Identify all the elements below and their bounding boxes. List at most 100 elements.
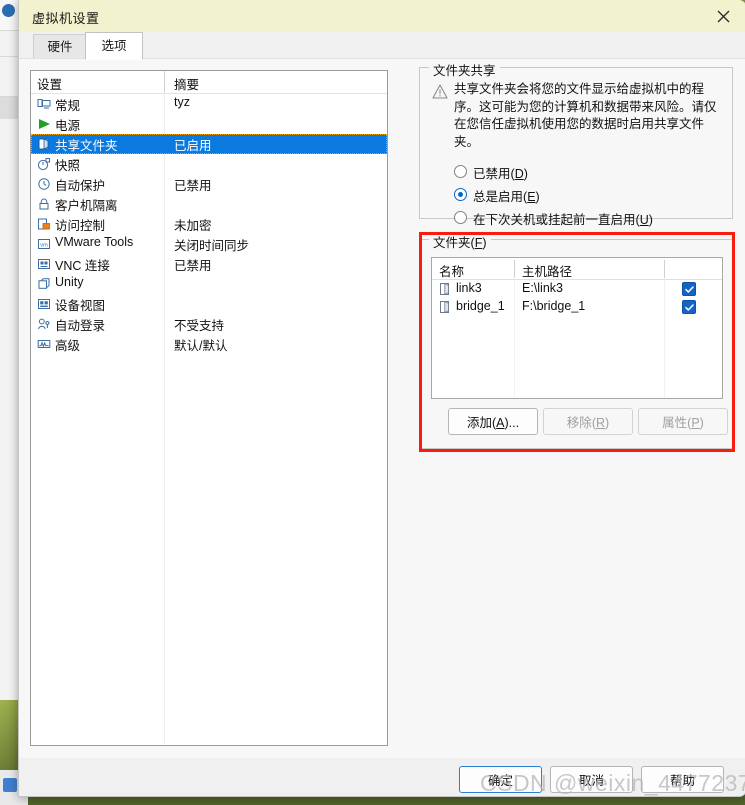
radio-indicator-selected <box>454 188 467 201</box>
power-play-icon <box>37 117 51 131</box>
settings-row-label: VMware Tools <box>55 235 134 249</box>
folder-enabled-checkbox[interactable] <box>682 300 696 314</box>
settings-row-access-control[interactable]: 访问控制 未加密 <box>31 214 387 234</box>
folder-name: bridge_1 <box>456 299 505 313</box>
folder-sharing-group: 文件夹共享 共享文件夹会将您的文件显示给虚拟机中的程序。这可能为您的计算机和数据… <box>419 60 733 227</box>
settings-row-general[interactable]: 常规 tyz <box>31 94 387 114</box>
folders-group: 文件夹(F) 名称 主机路径 link3 E:\link3 bridge_1 F… <box>419 232 735 449</box>
settings-row-label: 常规 <box>55 99 81 113</box>
settings-row-label: 自动保护 <box>55 179 106 193</box>
settings-row-summary: 已禁用 <box>174 259 212 273</box>
folders-legend: 文件夹(F) <box>429 232 491 251</box>
column-header-name: 名称 <box>439 265 465 279</box>
lock-icon <box>37 197 51 211</box>
tab-options[interactable]: 选项 <box>85 32 143 60</box>
warning-triangle-icon <box>432 84 448 99</box>
settings-row-device-view[interactable]: 设备视图 <box>31 294 387 314</box>
settings-row-label: 客户机隔离 <box>55 199 118 213</box>
vm-settings-dialog: 虚拟机设置 硬件 选项 设置 摘要 常规 tyz 电源 共享文件夹 已启用 快照… <box>18 0 745 797</box>
folder-sharing-legend: 文件夹共享 <box>429 60 500 79</box>
background-app-icon <box>2 4 15 17</box>
column-header-host-path: 主机路径 <box>522 265 573 279</box>
column-header-settings: 设置 <box>37 78 63 92</box>
folder-icon <box>439 282 452 296</box>
settings-row-summary: 默认/默认 <box>174 339 228 353</box>
settings-row-summary: 已禁用 <box>174 179 212 193</box>
settings-row-vmware-tools[interactable]: vm VMware Tools 关闭时间同步 <box>31 234 387 254</box>
folder-name: link3 <box>456 281 482 295</box>
device-view-icon <box>37 297 51 311</box>
vnc-icon <box>37 257 51 271</box>
dialog-footer: 确定 取消 帮助 <box>19 758 745 796</box>
settings-list[interactable]: 设置 摘要 常规 tyz 电源 共享文件夹 已启用 快照 自动保护 已禁用 客户… <box>30 70 388 746</box>
add-folder-button[interactable]: 添加(A)... <box>448 408 538 435</box>
header-divider-1 <box>514 260 515 278</box>
remove-folder-label: 移除(R) <box>566 416 610 430</box>
settings-row-summary: 不受支持 <box>174 319 225 333</box>
ok-button[interactable]: 确定 <box>459 766 542 793</box>
settings-row-snapshot[interactable]: 快照 <box>31 154 387 174</box>
settings-row-power[interactable]: 电源 <box>31 114 387 134</box>
settings-row-summary: 关闭时间同步 <box>174 239 250 253</box>
settings-row-shared-folders[interactable]: 共享文件夹 已启用 <box>31 134 387 154</box>
folder-properties-button[interactable]: 属性(P) <box>638 408 728 435</box>
monitor-icon <box>37 97 51 111</box>
auto-login-icon <box>37 317 51 331</box>
settings-row-summary: 已启用 <box>174 139 212 153</box>
settings-row-autoprotect[interactable]: 自动保护 已禁用 <box>31 174 387 194</box>
vmware-tools-icon: vm <box>37 237 51 251</box>
snapshot-clock-icon <box>37 157 51 171</box>
add-folder-label: 添加(A)... <box>466 416 520 430</box>
settings-row-label: 快照 <box>55 159 81 173</box>
folder-host-path: F:\bridge_1 <box>522 299 586 313</box>
help-button[interactable]: 帮助 <box>641 766 724 793</box>
remove-folder-button[interactable]: 移除(R) <box>543 408 633 435</box>
folders-table-header: 名称 主机路径 <box>432 258 722 280</box>
settings-row-auto-login[interactable]: 自动登录 不受支持 <box>31 314 387 334</box>
settings-row-label: 电源 <box>55 119 81 133</box>
settings-row-summary: 未加密 <box>174 219 212 233</box>
settings-row-advanced[interactable]: 高级 默认/默认 <box>31 334 387 354</box>
background-taskbar-icon <box>3 778 17 792</box>
column-header-summary: 摘要 <box>174 78 200 92</box>
dialog-titlebar: 虚拟机设置 <box>19 0 745 32</box>
dialog-body: 设置 摘要 常规 tyz 电源 共享文件夹 已启用 快照 自动保护 已禁用 客户… <box>19 58 745 759</box>
folder-enabled-checkbox[interactable] <box>682 282 696 296</box>
table-row[interactable]: link3 E:\link3 <box>432 280 722 298</box>
settings-row-label: 设备视图 <box>55 299 106 313</box>
settings-row-guest-isolation[interactable]: 客户机隔离 <box>31 194 387 214</box>
folder-icon <box>439 300 452 314</box>
cancel-button[interactable]: 取消 <box>550 766 633 793</box>
folder-properties-label: 属性(P) <box>662 416 704 430</box>
access-control-icon <box>37 217 51 231</box>
radio-indicator <box>454 211 467 224</box>
shared-folder-icon <box>37 137 51 151</box>
options-panel: 文件夹共享 共享文件夹会将您的文件显示给虚拟机中的程序。这可能为您的计算机和数据… <box>419 60 735 452</box>
table-row[interactable]: bridge_1 F:\bridge_1 <box>432 298 722 316</box>
settings-row-unity[interactable]: Unity <box>31 274 387 294</box>
settings-row-label: 共享文件夹 <box>55 139 118 153</box>
settings-row-vnc[interactable]: VNC 连接 已禁用 <box>31 254 387 274</box>
settings-row-label: Unity <box>55 275 84 289</box>
radio-label: 总是启用(E) <box>473 190 540 204</box>
tab-strip: 硬件 选项 <box>19 32 745 60</box>
settings-row-label: 访问控制 <box>55 219 106 233</box>
radio-indicator <box>454 165 467 178</box>
advanced-icon <box>37 337 51 351</box>
close-icon[interactable] <box>701 0 745 32</box>
settings-row-label: VNC 连接 <box>55 259 110 273</box>
tab-hardware[interactable]: 硬件 <box>33 34 87 59</box>
column-divider <box>164 71 165 93</box>
radio-label: 在下次关机或挂起前一直启用(U) <box>473 213 653 227</box>
folder-sharing-warning-text: 共享文件夹会将您的文件显示给虚拟机中的程序。这可能为您的计算机和数据带来风险。请… <box>454 82 717 149</box>
settings-row-label: 高级 <box>55 339 81 353</box>
radio-label: 已禁用(D) <box>473 167 528 181</box>
settings-row-label: 自动登录 <box>55 319 106 333</box>
folders-table[interactable]: 名称 主机路径 link3 E:\link3 bridge_1 F:\bridg… <box>431 257 723 399</box>
svg-text:vm: vm <box>40 242 48 248</box>
autoprotect-icon <box>37 177 51 191</box>
settings-list-header: 设置 摘要 <box>31 71 387 94</box>
unity-icon <box>37 277 51 291</box>
settings-row-summary: tyz <box>174 95 190 109</box>
folder-host-path: E:\link3 <box>522 281 563 295</box>
